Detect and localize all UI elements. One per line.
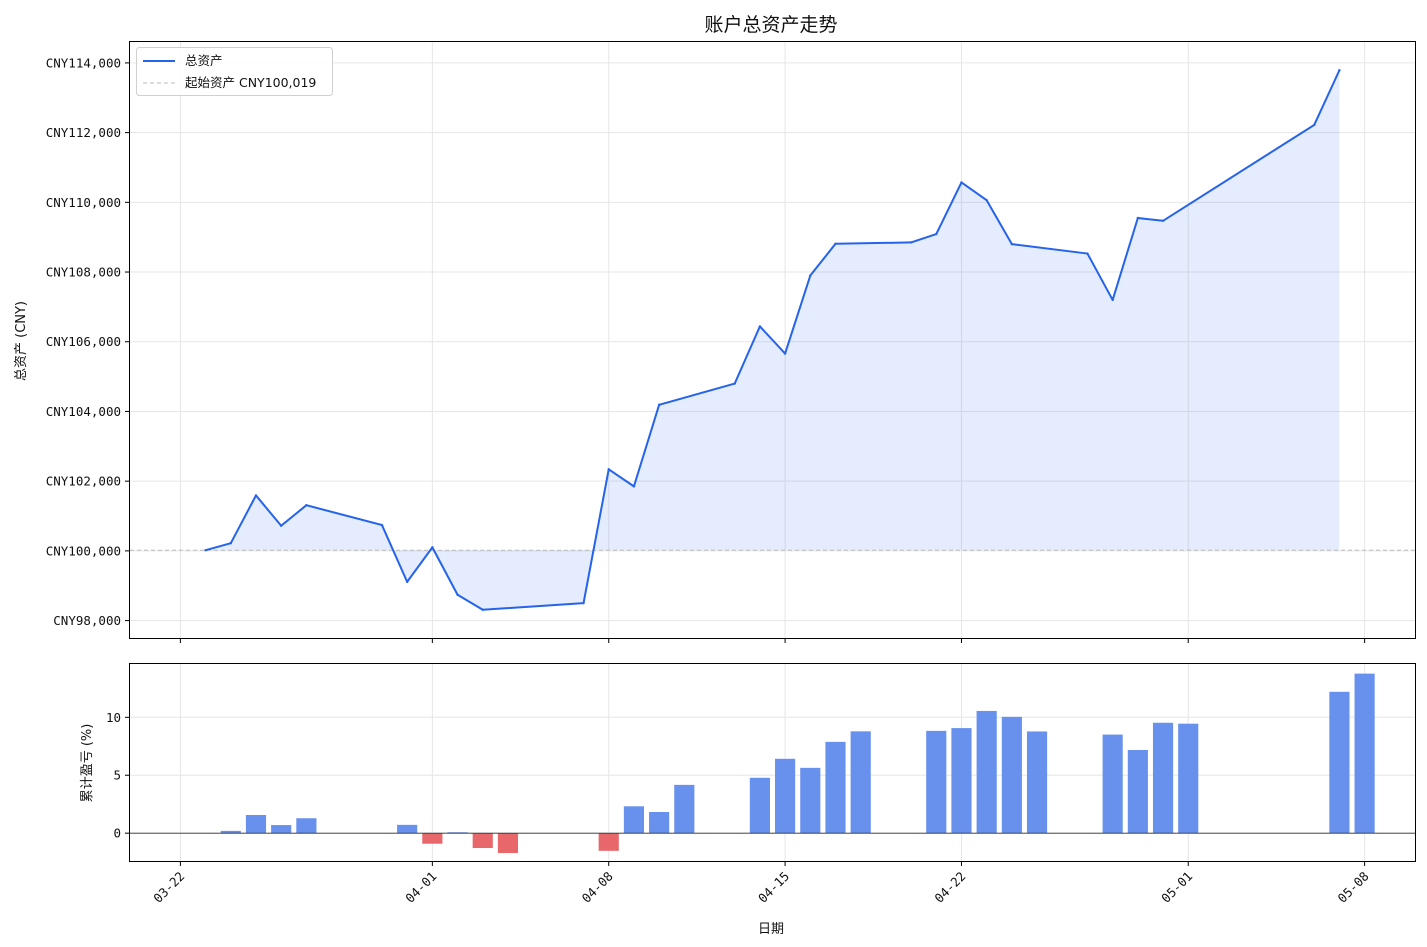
total-assets-point (834, 242, 837, 246)
legend-label-total: 总资产 (185, 53, 223, 68)
bottom-y-ticks: 0 5 10 (106, 710, 130, 841)
profit-bar (825, 741, 846, 834)
x-tick-label: 05-01 (1158, 869, 1195, 906)
total-assets-point (935, 232, 938, 236)
total-assets-point (456, 593, 459, 596)
total-assets-point (1111, 298, 1114, 302)
bottom-plot (130, 673, 1415, 854)
x-tick-label: 03-22 (150, 869, 187, 906)
total-assets-point (431, 546, 434, 549)
profit-bar (749, 777, 770, 834)
bottom-y-tick-label: 5 (113, 768, 121, 783)
bottom-y-tick-label: 0 (113, 826, 121, 841)
top-y-tick-label: CNY110,000 (46, 195, 121, 210)
profit-bar (1178, 723, 1199, 834)
top-y-tick-label: CNY114,000 (46, 55, 121, 70)
profit-bar (926, 730, 947, 834)
top-y-tick-label: CNY104,000 (46, 404, 121, 419)
profit-bar (1102, 734, 1123, 834)
top-y-ticks: CNY98,000 CNY100,000 CNY102,000 CNY104,000 C… (46, 55, 130, 628)
total-assets-point (960, 181, 963, 184)
total-assets-point (809, 274, 812, 277)
x-tick-label: 04-22 (931, 869, 968, 906)
total-assets-point (405, 580, 409, 584)
bottom-y-axis-label: 累计盈亏 (%) (80, 724, 95, 803)
profit-bar (623, 806, 644, 834)
bottom-axes-frame (129, 663, 1416, 862)
total-assets-point (1161, 219, 1165, 222)
profit-bar (1026, 731, 1048, 834)
chart-title: 账户总资产走势 (704, 14, 837, 36)
top-y-tick-label: CNY100,000 (46, 543, 121, 558)
profit-bar (296, 818, 317, 834)
loss-bar (472, 833, 493, 849)
profit-bar (271, 825, 292, 834)
total-assets-point (380, 523, 384, 527)
x-tick-label: 04-15 (755, 869, 792, 906)
legend-label-baseline: 起始资产 CNY100,019 (185, 75, 316, 90)
total-assets-point (1338, 69, 1341, 72)
bottom-grid (130, 664, 1415, 861)
total-assets-point (254, 494, 258, 497)
x-axis-label: 日期 (758, 922, 784, 937)
profit-bar (1127, 749, 1148, 834)
total-assets-point (985, 199, 988, 202)
top-y-axis-label: 总资产 (CNY) (14, 301, 29, 381)
total-assets-point (1136, 216, 1140, 220)
total-assets-point (481, 608, 484, 611)
profit-bar (245, 814, 267, 834)
x-tick-label: 04-01 (402, 869, 439, 906)
top-y-tick-label: CNY108,000 (46, 265, 121, 280)
bottom-x-ticks: 03-22 04-01 04-08 04-15 04-22 05-01 05-08 (150, 861, 1372, 906)
total-assets-point (305, 504, 308, 507)
top-plot (130, 69, 1415, 611)
profit-bar (1001, 716, 1022, 834)
total-assets-point (758, 325, 762, 328)
profit-bar (850, 731, 871, 834)
loss-bar (598, 833, 619, 851)
total-assets-point (279, 524, 283, 527)
top-y-tick-label: CNY106,000 (46, 334, 121, 349)
legend: 总资产 起始资产 CNY100,019 (136, 47, 333, 96)
figure: 账户总资产走势 总资产 (CNY) 累计盈亏 (%) 日期 CNY98,000C… (14, 14, 1416, 937)
total-assets-point (607, 468, 610, 471)
total-assets-point (657, 403, 661, 407)
profit-bar (951, 728, 972, 834)
total-assets-point (783, 352, 787, 355)
profit-bar (976, 710, 997, 834)
profit-bar (1354, 673, 1375, 834)
bottom-y-tick-label: 10 (106, 710, 121, 725)
profit-bar (800, 767, 821, 834)
top-y-tick-label: CNY102,000 (46, 474, 121, 489)
total-assets-point (1313, 123, 1316, 127)
profit-bar (775, 758, 796, 834)
total-assets-point (909, 241, 913, 244)
top-y-tick-label: CNY98,000 (53, 613, 121, 628)
total-assets-point (582, 601, 585, 605)
total-assets-point (1010, 242, 1014, 246)
total-assets-point (229, 541, 232, 545)
profit-bar (1329, 691, 1350, 834)
profit-bar (1152, 722, 1174, 834)
total-assets-point (204, 549, 207, 552)
top-y-tick-label: CNY112,000 (46, 125, 121, 140)
total-assets-point (632, 485, 636, 488)
profit-bar (397, 824, 418, 834)
x-tick-label: 05-08 (1335, 869, 1372, 906)
total-assets-point (1086, 252, 1089, 255)
profit-bar (674, 784, 695, 834)
loss-bar (422, 833, 443, 844)
profit-bar (649, 811, 670, 834)
x-tick-label: 04-08 (579, 869, 616, 906)
total-assets-point (733, 382, 736, 385)
loss-bar (497, 833, 519, 854)
